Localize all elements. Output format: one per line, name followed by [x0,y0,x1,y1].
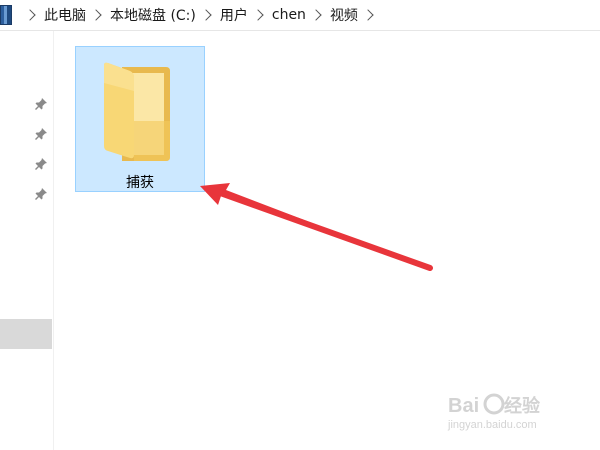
pin-icon[interactable] [34,187,48,201]
breadcrumb-item-this-pc[interactable]: 此电脑 [20,5,86,25]
file-explorer-window: 此电脑 本地磁盘 (C:) 用户 chen 视频 捕获 Bai 经验 jingy… [0,0,600,450]
file-list[interactable]: 捕获 [54,31,600,450]
pin-icon[interactable] [34,97,48,111]
svg-text:jingyan.baidu.com: jingyan.baidu.com [447,419,537,431]
breadcrumb-label[interactable]: chen [272,7,306,23]
chevron-right-icon[interactable] [90,9,102,21]
chevron-right-icon[interactable] [310,9,322,21]
chevron-right-icon[interactable] [24,9,36,21]
location-icon [0,5,12,25]
nav-item-selected[interactable] [0,319,52,349]
folder-name[interactable]: 捕获 [76,172,204,192]
breadcrumb-item-videos[interactable]: 视频 [306,5,382,25]
folder-icon [104,62,170,161]
svg-text:Bai: Bai [448,395,479,417]
breadcrumb-item-users[interactable]: 用户 [196,5,248,25]
chevron-right-icon[interactable] [362,9,374,21]
breadcrumb-label[interactable]: 视频 [330,5,358,25]
navigation-pane [0,31,54,450]
chevron-right-icon[interactable] [252,9,264,21]
folder-item[interactable]: 捕获 [75,46,205,192]
breadcrumb-label[interactable]: 本地磁盘 (C:) [110,5,196,25]
baidu-jingyan-watermark: Bai 经验 jingyan.baidu.com [447,393,541,431]
pin-icon[interactable] [34,157,48,171]
svg-text:经验: 经验 [504,395,541,416]
pin-icon[interactable] [34,127,48,141]
breadcrumb-label[interactable]: 用户 [220,5,248,25]
breadcrumb-item-local-disk[interactable]: 本地磁盘 (C:) [86,5,196,25]
chevron-right-icon[interactable] [200,9,212,21]
address-bar[interactable]: 此电脑 本地磁盘 (C:) 用户 chen 视频 [0,0,600,31]
breadcrumb-label[interactable]: 此电脑 [44,5,86,25]
breadcrumb-item-chen[interactable]: chen [248,7,306,23]
